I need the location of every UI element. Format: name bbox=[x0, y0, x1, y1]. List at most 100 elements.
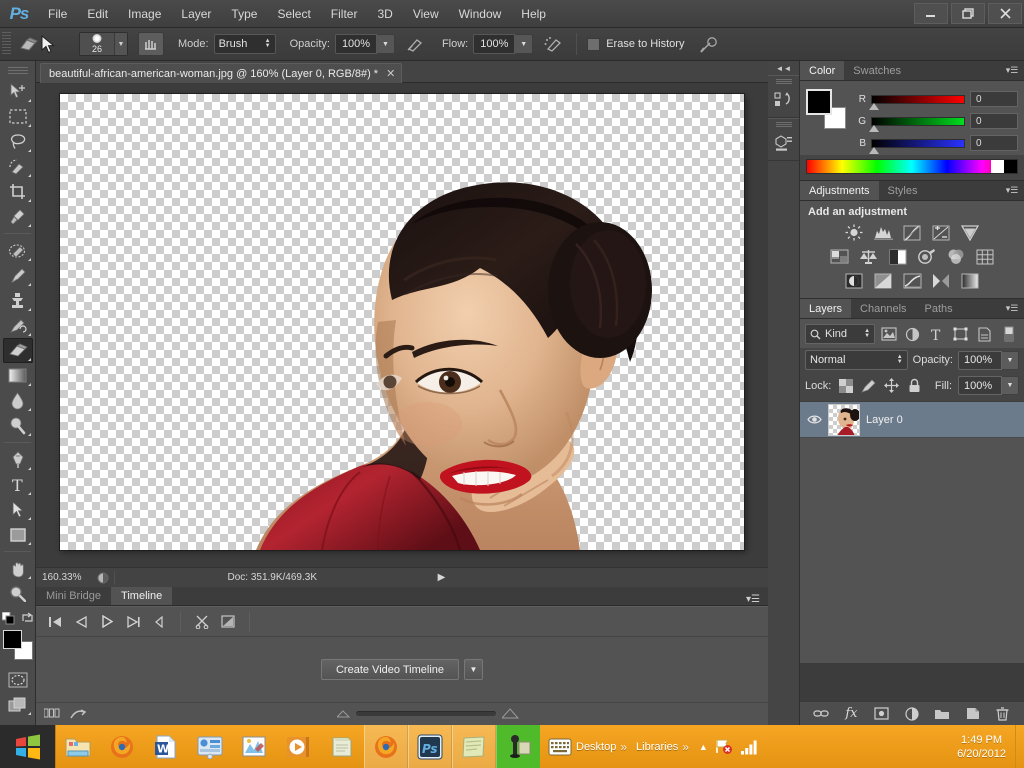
levels-icon[interactable] bbox=[872, 223, 894, 242]
menu-view[interactable]: View bbox=[403, 3, 449, 25]
swap-colors-icon[interactable] bbox=[21, 612, 34, 625]
filter-pixel-icon[interactable] bbox=[878, 324, 899, 344]
slider-track-g[interactable] bbox=[869, 116, 965, 132]
layer-style-fx-icon[interactable]: fx bbox=[840, 704, 862, 724]
lock-position-icon[interactable] bbox=[883, 377, 900, 394]
tab-swatches[interactable]: Swatches bbox=[844, 61, 910, 80]
render-video-icon[interactable] bbox=[70, 708, 86, 720]
gradient-map-icon[interactable] bbox=[959, 271, 981, 290]
link-layers-icon[interactable] bbox=[810, 704, 832, 724]
foreground-background-swatches[interactable] bbox=[2, 629, 34, 661]
screen-mode-toggle[interactable] bbox=[3, 692, 33, 717]
lock-all-icon[interactable] bbox=[906, 377, 923, 394]
flow-value[interactable]: 100% bbox=[473, 34, 516, 54]
bottom-panel-menu-icon[interactable]: ▾☰ bbox=[746, 594, 768, 605]
zoom-out-small-icon[interactable] bbox=[337, 709, 350, 718]
menu-filter[interactable]: Filter bbox=[321, 3, 368, 25]
network-signal-icon[interactable] bbox=[740, 739, 758, 755]
slider-thumb-b[interactable] bbox=[869, 146, 879, 154]
color-lookup-icon[interactable] bbox=[974, 247, 996, 266]
tool-type[interactable]: T bbox=[3, 472, 33, 497]
tool-dodge[interactable] bbox=[3, 413, 33, 438]
tool-eyedropper[interactable] bbox=[3, 204, 33, 229]
menu-3d[interactable]: 3D bbox=[367, 3, 402, 25]
hue-saturation-icon[interactable] bbox=[829, 247, 851, 266]
selective-color-icon[interactable] bbox=[930, 271, 952, 290]
new-adjustment-layer-icon[interactable] bbox=[901, 704, 923, 724]
notepad-icon[interactable] bbox=[320, 725, 364, 768]
go-to-first-frame-icon[interactable] bbox=[44, 612, 66, 632]
previous-frame-icon[interactable] bbox=[70, 612, 92, 632]
tool-lasso[interactable] bbox=[3, 129, 33, 154]
channel-value-r[interactable]: 0 bbox=[970, 91, 1018, 107]
layer-opacity-chevron-down-icon[interactable]: ▼ bbox=[1002, 350, 1019, 370]
adjustments-panel-menu-icon[interactable]: ▾☰ bbox=[1000, 181, 1024, 200]
channel-mixer-icon[interactable] bbox=[945, 247, 967, 266]
lock-transparency-icon[interactable] bbox=[837, 377, 854, 394]
taskbar-camtasia-window[interactable] bbox=[496, 725, 540, 768]
filter-enable-toggle-icon[interactable] bbox=[998, 324, 1019, 344]
tool-marquee[interactable] bbox=[3, 104, 33, 129]
tool-crop[interactable] bbox=[3, 179, 33, 204]
properties-group-grip[interactable] bbox=[775, 122, 792, 128]
airbrush-icon[interactable] bbox=[540, 32, 566, 56]
mode-select[interactable]: Brush ▲ ▼ bbox=[213, 34, 276, 54]
layer-filter-kind-select[interactable]: Kind ▲ ▼ bbox=[805, 324, 876, 344]
zoom-level[interactable]: 160.33% bbox=[36, 572, 92, 583]
vibrance-icon[interactable] bbox=[959, 223, 981, 242]
layer-name[interactable]: Layer 0 bbox=[866, 414, 903, 426]
menu-edit[interactable]: Edit bbox=[77, 3, 118, 25]
play-icon[interactable] bbox=[96, 612, 118, 632]
status-menu-arrow-icon[interactable]: ▶ bbox=[430, 572, 454, 583]
properties-panel-icon[interactable] bbox=[771, 131, 797, 155]
image-canvas[interactable] bbox=[60, 94, 744, 550]
photo-filter-icon[interactable] bbox=[916, 247, 938, 266]
opacity-pressure-icon[interactable] bbox=[402, 32, 428, 56]
panel-foreground-swatch[interactable] bbox=[806, 89, 832, 115]
color-spectrum-ramp[interactable] bbox=[806, 159, 1018, 174]
tab-channels[interactable]: Channels bbox=[851, 299, 916, 318]
slider-track-r[interactable] bbox=[869, 94, 965, 110]
create-timeline-chevron-down-icon[interactable]: ▼ bbox=[464, 659, 484, 680]
action-center-icon[interactable] bbox=[715, 738, 733, 755]
curves-icon[interactable] bbox=[901, 223, 923, 242]
firefox-icon[interactable] bbox=[100, 725, 144, 768]
windows-explorer-icon[interactable] bbox=[56, 725, 100, 768]
invert-icon[interactable] bbox=[843, 271, 865, 290]
tool-rectangle[interactable] bbox=[3, 522, 33, 547]
taskbar-photoshop-window[interactable]: Ps bbox=[408, 725, 452, 768]
color-panel-menu-icon[interactable]: ▾☰ bbox=[1000, 61, 1024, 80]
tab-paths[interactable]: Paths bbox=[915, 299, 962, 318]
opacity-chevron-down-icon[interactable]: ▼ bbox=[376, 34, 395, 54]
document-profile-icon[interactable] bbox=[92, 572, 114, 584]
canvas-area[interactable] bbox=[36, 83, 768, 567]
close-button[interactable] bbox=[988, 3, 1022, 24]
next-frame-icon[interactable] bbox=[122, 612, 144, 632]
tab-styles[interactable]: Styles bbox=[878, 181, 927, 200]
filter-type-icon[interactable]: T bbox=[926, 324, 947, 344]
show-desktop-button[interactable] bbox=[1015, 725, 1024, 768]
toolbar-desktop[interactable]: Desktop » bbox=[548, 738, 627, 756]
history-panel-icon[interactable] bbox=[771, 88, 797, 112]
opacity-value[interactable]: 100% bbox=[334, 34, 377, 54]
paint-icon[interactable] bbox=[232, 725, 276, 768]
zoom-slider-track[interactable] bbox=[356, 711, 496, 716]
tool-spot-healing[interactable] bbox=[3, 238, 33, 263]
tool-zoom[interactable] bbox=[3, 581, 33, 606]
tablet-pressure-icon[interactable] bbox=[696, 32, 722, 56]
layer-row[interactable]: Layer 0 bbox=[800, 402, 1024, 438]
channel-value-g[interactable]: 0 bbox=[970, 113, 1018, 129]
erase-to-history-checkbox[interactable] bbox=[587, 37, 601, 51]
zoom-in-large-icon[interactable] bbox=[502, 708, 519, 719]
filter-adjustment-icon[interactable] bbox=[902, 324, 923, 344]
layers-panel-menu-icon[interactable]: ▾☰ bbox=[1000, 299, 1024, 318]
control-panel-icon[interactable] bbox=[188, 725, 232, 768]
tool-history-brush[interactable] bbox=[3, 313, 33, 338]
menu-type[interactable]: Type bbox=[221, 3, 267, 25]
layer-opacity-value[interactable]: 100% bbox=[958, 350, 1002, 370]
toolbar-libraries[interactable]: Libraries » bbox=[636, 740, 689, 754]
default-colors-icon[interactable] bbox=[1, 612, 15, 625]
tab-mini-bridge[interactable]: Mini Bridge bbox=[36, 587, 112, 605]
menu-layer[interactable]: Layer bbox=[171, 3, 221, 25]
layer-fill-control[interactable]: 100% ▼ bbox=[958, 376, 1019, 395]
